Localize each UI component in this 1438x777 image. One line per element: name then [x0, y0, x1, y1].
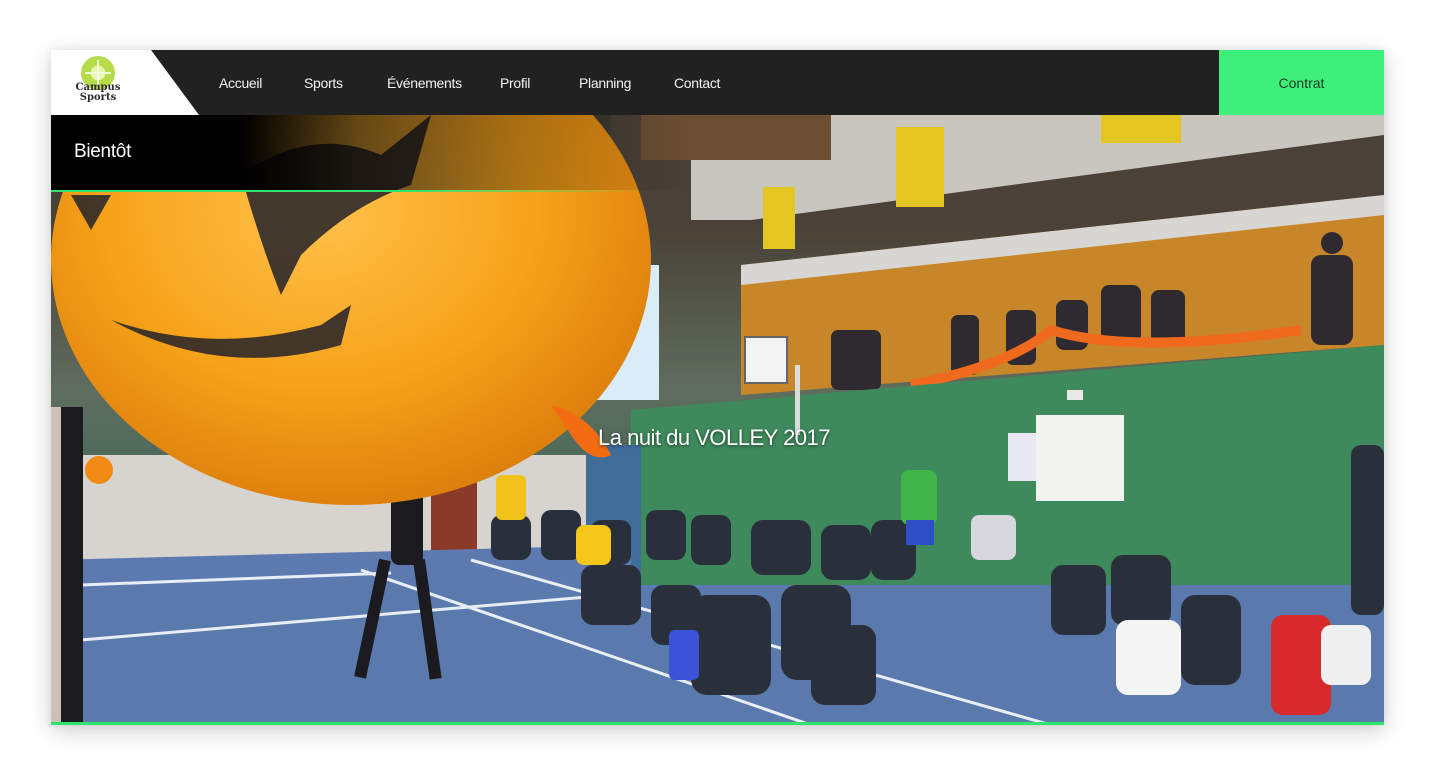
- coming-soon-label: Bientôt: [74, 141, 132, 162]
- coming-soon-underline: [51, 190, 641, 192]
- nav-item-sports[interactable]: Sports: [304, 75, 343, 91]
- hero-photo: [51, 115, 1384, 725]
- hero-banner[interactable]: Bientôt La nuit du VOLLEY 2017: [51, 115, 1384, 725]
- nav-item-profil[interactable]: Profil: [500, 75, 530, 91]
- contrat-button[interactable]: Contrat: [1219, 50, 1384, 115]
- logo-text-line2: Sports: [79, 92, 117, 103]
- nav-item-planning[interactable]: Planning: [579, 75, 631, 91]
- browser-viewport: Campus Sports Accueil Sports Événements …: [51, 50, 1384, 725]
- top-navbar: Campus Sports Accueil Sports Événements …: [51, 50, 1384, 115]
- nav-item-evenements[interactable]: Événements: [387, 75, 462, 91]
- nav-item-contact[interactable]: Contact: [674, 75, 720, 91]
- event-title[interactable]: La nuit du VOLLEY 2017: [598, 425, 831, 451]
- coming-soon-bar: [51, 115, 691, 190]
- campus-sports-logo[interactable]: Campus Sports: [69, 56, 127, 110]
- nav-item-accueil[interactable]: Accueil: [219, 75, 262, 91]
- logo-area[interactable]: Campus Sports: [51, 50, 199, 115]
- hero-bottom-accent: [51, 722, 1384, 725]
- logo-text: Campus Sports: [69, 83, 127, 103]
